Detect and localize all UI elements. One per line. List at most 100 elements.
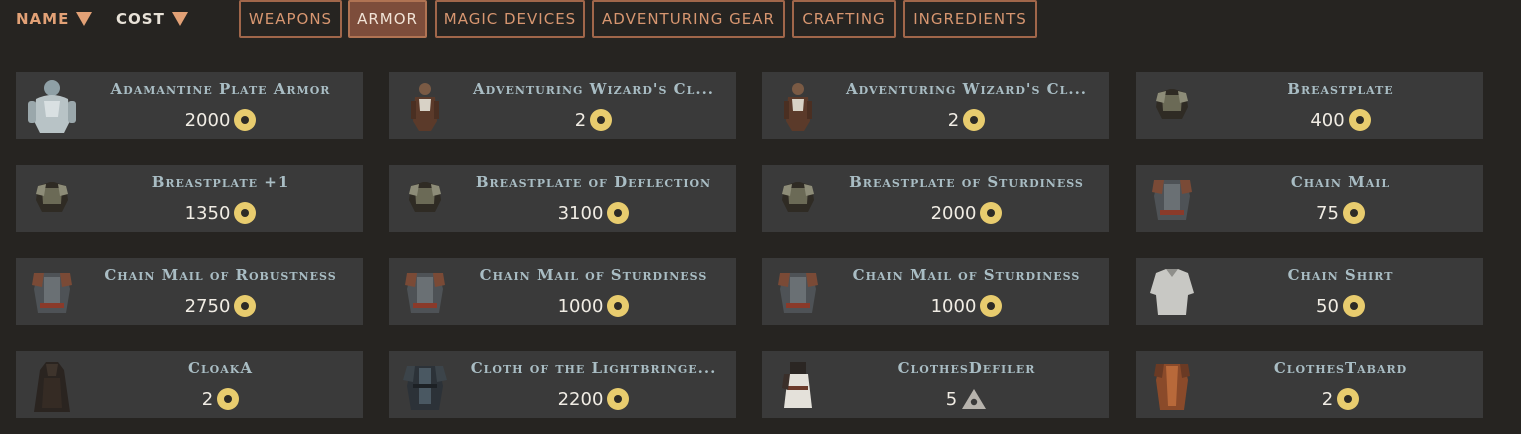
gold-coin-icon xyxy=(1342,295,1365,317)
breastplate-icon xyxy=(24,170,80,227)
price-value: 50 xyxy=(1316,295,1339,317)
item-name: Chain Shirt xyxy=(1287,266,1394,284)
price-value: 2000 xyxy=(930,202,977,224)
gold-coin-icon xyxy=(234,295,257,317)
item-name: Breastplate xyxy=(1287,80,1394,98)
item-price: 2200 xyxy=(455,387,732,411)
item-price: 2 xyxy=(82,387,359,411)
item-name: Chain Mail of Robustness xyxy=(104,266,337,284)
item-name: Adamantine Plate Armor xyxy=(110,80,331,98)
tab-crafting[interactable]: CRAFTING xyxy=(792,0,896,38)
gold-coin-icon xyxy=(607,388,630,410)
item-price: 1350 xyxy=(82,201,359,225)
chain-mail-icon xyxy=(397,263,453,320)
item-card[interactable]: Breastplate +1 1350 xyxy=(16,165,363,232)
item-price: 3100 xyxy=(455,201,732,225)
item-card[interactable]: Adventuring Wizard's Cl... 2 xyxy=(762,72,1109,139)
item-name: Adventuring Wizard's Cl... xyxy=(472,80,715,98)
item-price: 5 xyxy=(828,387,1105,411)
item-name: Breastplate +1 xyxy=(151,173,290,191)
price-value: 1000 xyxy=(557,295,604,317)
sort-by-name-button[interactable]: NAME xyxy=(16,8,93,30)
item-price: 2000 xyxy=(82,108,359,132)
gold-coin-icon xyxy=(234,109,257,131)
item-card[interactable]: Chain Mail of Sturdiness 1000 xyxy=(389,258,736,325)
item-name: Breastplate of Sturdiness xyxy=(849,173,1084,191)
gold-coin-icon xyxy=(980,202,1003,224)
item-card[interactable]: Adamantine Plate Armor 2000 xyxy=(16,72,363,139)
gold-coin-icon xyxy=(607,295,630,317)
wizard-clothes-icon xyxy=(397,77,453,134)
plate-armor-icon xyxy=(24,77,80,134)
sort-name-label: NAME xyxy=(16,10,70,28)
item-price: 2000 xyxy=(828,201,1105,225)
price-value: 2000 xyxy=(184,109,231,131)
item-price: 1000 xyxy=(828,294,1105,318)
item-card[interactable]: Cloth of the Lightbringe... 2200 xyxy=(389,351,736,418)
sort-by-cost-button[interactable]: COST xyxy=(116,8,188,30)
item-price: 2750 xyxy=(82,294,359,318)
item-price: 2 xyxy=(828,108,1105,132)
item-name: Cloth of the Lightbringe... xyxy=(470,359,717,377)
item-card[interactable]: Adventuring Wizard's Cl... 2 xyxy=(389,72,736,139)
price-value: 2 xyxy=(1321,388,1334,410)
tab-weapons[interactable]: WEAPONS xyxy=(239,0,342,38)
tunic-icon xyxy=(397,356,453,413)
gold-coin-icon xyxy=(234,202,257,224)
item-price: 400 xyxy=(1202,108,1479,132)
price-value: 5 xyxy=(945,388,958,410)
price-value: 2200 xyxy=(557,388,604,410)
gold-coin-icon xyxy=(1348,109,1371,131)
item-card[interactable]: CloakA 2 xyxy=(16,351,363,418)
chain-mail-icon xyxy=(1144,170,1200,227)
tab-ingredients[interactable]: INGREDIENTS xyxy=(903,0,1037,38)
price-value: 1350 xyxy=(184,202,231,224)
gold-coin-icon xyxy=(980,295,1003,317)
item-price: 50 xyxy=(1202,294,1479,318)
price-value: 3100 xyxy=(557,202,604,224)
wizard-clothes-icon xyxy=(770,77,826,134)
gold-coin-icon xyxy=(607,202,630,224)
price-value: 2 xyxy=(201,388,214,410)
sort-cost-label: COST xyxy=(116,10,165,28)
breastplate-icon xyxy=(1144,77,1200,134)
tab-magic-devices[interactable]: MAGIC DEVICES xyxy=(435,0,585,38)
tab-armor[interactable]: ARMOR xyxy=(348,0,427,38)
gold-coin-icon xyxy=(217,388,240,410)
robe-icon xyxy=(770,356,826,413)
gold-coin-icon xyxy=(1342,202,1365,224)
item-price: 1000 xyxy=(455,294,732,318)
item-name: Chain Mail of Sturdiness xyxy=(852,266,1081,284)
item-name: Breastplate of Deflection xyxy=(475,173,712,191)
price-value: 2750 xyxy=(184,295,231,317)
price-value: 2 xyxy=(574,109,587,131)
toolbar: NAME COST WEAPONS ARMOR MAGIC DEVICES AD… xyxy=(0,0,1521,38)
item-name: Chain Mail of Sturdiness xyxy=(479,266,708,284)
item-name: Chain Mail xyxy=(1290,173,1391,191)
item-card[interactable]: ClothesTabard 2 xyxy=(1136,351,1483,418)
item-card[interactable]: Chain Shirt 50 xyxy=(1136,258,1483,325)
item-card[interactable]: Breastplate of Sturdiness 2000 xyxy=(762,165,1109,232)
chain-mail-icon xyxy=(770,263,826,320)
item-card[interactable]: Chain Mail 75 xyxy=(1136,165,1483,232)
price-value: 75 xyxy=(1316,202,1339,224)
item-card[interactable]: Chain Mail of Robustness 2750 xyxy=(16,258,363,325)
gold-coin-icon xyxy=(1337,388,1360,410)
item-name: CloakA xyxy=(188,359,253,377)
influence-triangle-icon xyxy=(961,388,987,410)
chain-mail-icon xyxy=(24,263,80,320)
item-price: 75 xyxy=(1202,201,1479,225)
chain-shirt-icon xyxy=(1144,263,1200,320)
item-card[interactable]: Breastplate 400 xyxy=(1136,72,1483,139)
item-card[interactable]: ClothesDefiler 5 xyxy=(762,351,1109,418)
item-price: 2 xyxy=(1202,387,1479,411)
item-card[interactable]: Breastplate of Deflection 3100 xyxy=(389,165,736,232)
breastplate-icon xyxy=(397,170,453,227)
item-name: Adventuring Wizard's Cl... xyxy=(845,80,1088,98)
sort-down-triangle-icon xyxy=(76,12,93,26)
tab-adventuring-gear[interactable]: ADVENTURING GEAR xyxy=(592,0,785,38)
price-value: 2 xyxy=(947,109,960,131)
item-card[interactable]: Chain Mail of Sturdiness 1000 xyxy=(762,258,1109,325)
price-value: 400 xyxy=(1310,109,1345,131)
gold-coin-icon xyxy=(963,109,986,131)
